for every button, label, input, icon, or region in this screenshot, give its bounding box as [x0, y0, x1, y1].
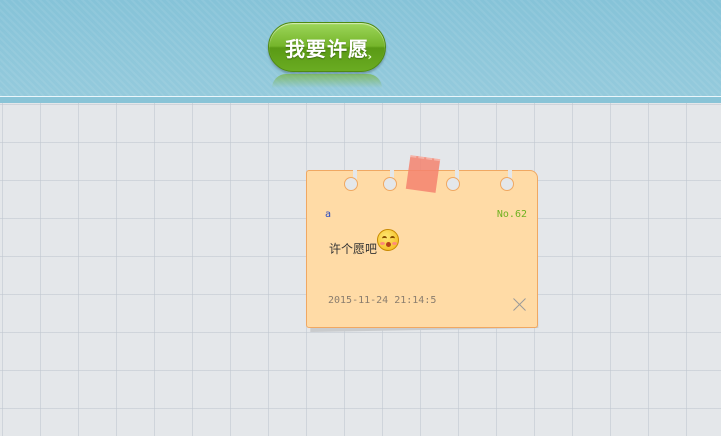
note-number: No.62 [496, 209, 527, 220]
note-hole [446, 177, 460, 191]
make-wish-button[interactable]: 我要许愿 › [268, 22, 386, 72]
note-author: a [325, 209, 332, 220]
note-hole [383, 177, 397, 191]
make-wish-button-label: 我要许愿 [285, 36, 369, 61]
close-icon[interactable] [512, 296, 528, 312]
note-content: 许个愿吧 [329, 242, 378, 256]
blushing-face-icon [377, 229, 399, 251]
button-reflection [272, 74, 382, 88]
arrow-right-icon: › [367, 50, 373, 63]
header-band [0, 97, 721, 103]
note-timestamp: 2015-11-24 21:14:5 [328, 295, 437, 306]
note-hole [500, 177, 514, 191]
note-tape [405, 155, 441, 193]
note-hole [344, 177, 358, 191]
wish-note[interactable]: a No.62 许个愿吧 2015-11-24 21:14:5 [306, 170, 538, 328]
